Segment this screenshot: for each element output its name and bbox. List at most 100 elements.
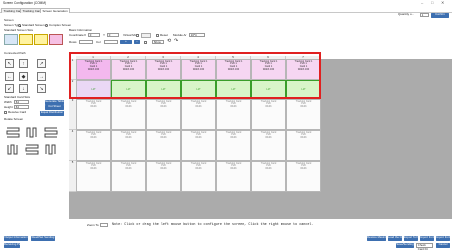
grid-cell[interactable]: Tracking Card Port Width: [146, 130, 181, 161]
rotate-screen-label: Rotate Screen: [4, 117, 24, 121]
check-card-fit-input[interactable]: Check Card Fit: [416, 243, 433, 250]
load-card-button[interactable]: Load the Card: [388, 236, 402, 241]
grid-cell[interactable]: Tracking Card Port Width: [146, 161, 181, 192]
grid-cell[interactable]: Tracking Card Port Width: [181, 130, 216, 161]
reset-checkbox[interactable]: [156, 34, 159, 37]
import-file-button[interactable]: Import from File: [420, 236, 434, 241]
arrow-up-left-icon[interactable]: ↖: [5, 59, 14, 68]
quantity-label: Quantity o...: [398, 12, 415, 17]
close-icon[interactable]: ✕: [441, 0, 444, 6]
complex-screen-radio[interactable]: [45, 24, 48, 27]
cell-text: Width: [265, 105, 272, 108]
cell-text: Width: [160, 105, 167, 108]
confirm-button[interactable]: Confirm: [431, 13, 449, 18]
import-file-button-2[interactable]: Import from File: [436, 236, 450, 241]
cut-sheet-button[interactable]: Cut Sheet: [45, 105, 64, 110]
grid-cell[interactable]: Tracking Card Port Width: [251, 130, 286, 161]
maximize-icon[interactable]: □: [431, 0, 433, 6]
undo-icon[interactable]: ⟲: [167, 38, 171, 45]
width-input[interactable]: 64: [14, 100, 29, 104]
show-select[interactable]: Show: [152, 40, 164, 44]
grid-cell[interactable]: Tracking Card Port Width: [111, 130, 146, 161]
output-information-button[interactable]: Output Information: [4, 236, 28, 241]
tab-screen-generation[interactable]: Screen Generation: [40, 7, 71, 13]
show-checkbox[interactable]: [144, 41, 147, 44]
receive-card-checkbox[interactable]: [4, 111, 7, 114]
restore-maximize-button[interactable]: Restore Maximize: [367, 236, 386, 241]
cell-text: Width: [90, 167, 97, 170]
shape-zigzag-5-icon[interactable]: [24, 142, 40, 157]
module-ar-select[interactable]: 16*4: [189, 33, 205, 37]
zoom-in-button[interactable]: +: [120, 40, 132, 44]
grid-cell[interactable]: Tracking Card Port Width: [251, 99, 286, 130]
generate-table-button[interactable]: Generate Table: [45, 100, 64, 105]
virtual-mo-checkbox[interactable]: [136, 34, 139, 37]
read-set-sending-button[interactable]: Read/Set Sending: [31, 236, 55, 241]
selection-highlight: [69, 52, 321, 99]
arrow-up-icon[interactable]: ↑: [19, 59, 28, 68]
cell-text: Width: [125, 136, 132, 139]
grid-cell[interactable]: Tracking Card Port Width: [251, 161, 286, 192]
screen-group-label: Screen: [4, 18, 14, 22]
grid-cell[interactable]: Tracking Card Port Width: [181, 99, 216, 130]
virtual-mo-label: Virtual Mo: [123, 33, 137, 37]
shape-zigzag-1-icon[interactable]: [5, 125, 21, 140]
cell-text: Width: [160, 167, 167, 170]
equal-distribution-button[interactable]: Equal Distribution: [40, 111, 64, 116]
zoom-out-button[interactable]: −: [134, 40, 140, 44]
x-label: X: [84, 33, 87, 37]
cols-input[interactable]: [104, 40, 118, 44]
export-file-button[interactable]: Export To File: [404, 236, 418, 241]
quantity-select[interactable]: 1: [420, 13, 429, 17]
cell-text: Width: [160, 136, 167, 139]
size-option-3[interactable]: [34, 34, 48, 45]
arrow-down-right-icon[interactable]: ↘: [37, 84, 46, 93]
arrow-left-icon[interactable]: ←: [5, 72, 14, 81]
arrow-up-right-icon[interactable]: ↗: [37, 59, 46, 68]
y-input[interactable]: 0: [107, 33, 119, 37]
grid-cell[interactable]: Tracking Card Port Width: [76, 161, 111, 192]
grid-cell[interactable]: Tracking Card Port Width: [146, 99, 181, 130]
save-sending-button[interactable]: Save/Sending: [396, 243, 414, 248]
virtual-mo-color-icon[interactable]: [141, 33, 151, 38]
grid-cell[interactable]: Tracking Card Port Width: [216, 130, 251, 161]
cell-text: Width: [230, 136, 237, 139]
title-bar: Screen Configuration (COMM) – □ ✕: [0, 0, 452, 7]
minimize-icon[interactable]: –: [421, 0, 423, 6]
rows-input[interactable]: [79, 40, 93, 44]
shape-zigzag-2-icon[interactable]: [24, 125, 40, 140]
arrow-right-icon[interactable]: →: [37, 72, 46, 81]
grid-cell[interactable]: Tracking Card Port Width: [76, 99, 111, 130]
size-option-1[interactable]: [4, 34, 18, 45]
zoom-select[interactable]: [100, 223, 108, 227]
size-option-2[interactable]: [19, 34, 33, 45]
row-header: 5: [69, 160, 76, 192]
shape-zigzag-6-icon[interactable]: [43, 142, 59, 157]
grid-cell[interactable]: Tracking Card Port Width: [111, 161, 146, 192]
grid-cell[interactable]: Tracking Card Port Width: [181, 161, 216, 192]
zoom-label: Zoom To: [87, 223, 99, 227]
grid-cell[interactable]: Tracking Card Port Width: [76, 130, 111, 161]
redo-icon[interactable]: ↷: [174, 38, 178, 45]
shape-zigzag-3-icon[interactable]: [43, 125, 59, 140]
cols-label: Col: [96, 40, 101, 44]
size-option-4[interactable]: [49, 34, 63, 45]
cell-text: Width: [300, 167, 307, 170]
sequence-label: Connected Path: [4, 51, 26, 55]
grid-cell[interactable]: Tracking Card Port Width: [111, 99, 146, 130]
row-header: 3: [69, 98, 76, 130]
cancel-button[interactable]: Cancel: [436, 243, 450, 248]
arrow-down-left-icon[interactable]: ↙: [5, 84, 14, 93]
height-input[interactable]: 64: [14, 105, 29, 109]
grid-cell[interactable]: Tracking Card Port Width: [216, 161, 251, 192]
grid-cell[interactable]: Tracking Card Port Width: [286, 99, 321, 130]
receiving-parts-button[interactable]: Receiving Parts: [4, 243, 20, 248]
grid-cell[interactable]: Tracking Card Port Width: [216, 99, 251, 130]
shape-zigzag-4-icon[interactable]: [5, 142, 21, 157]
grid-cell[interactable]: Tracking Card Port Width: [286, 130, 321, 161]
standard-screen-radio[interactable]: [18, 24, 21, 27]
x-input[interactable]: 0: [88, 33, 100, 37]
grid-cell[interactable]: Tracking Card Port Width: [286, 161, 321, 192]
arrow-down-icon[interactable]: ↓: [19, 84, 28, 93]
arrow-center-icon[interactable]: ◆: [19, 72, 28, 81]
